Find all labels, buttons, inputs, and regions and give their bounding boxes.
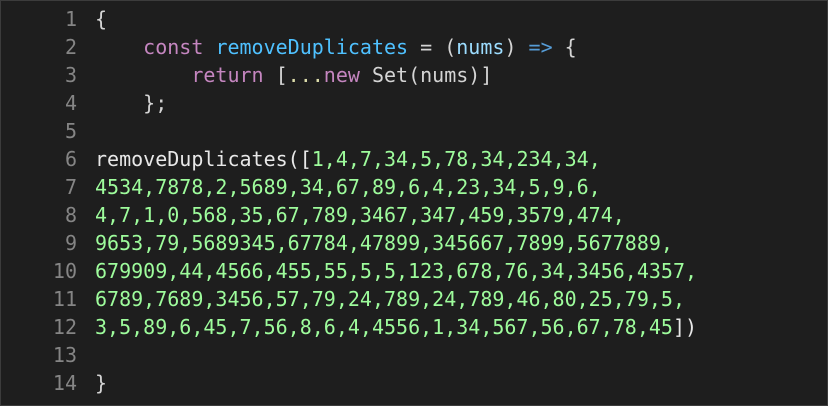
code-text[interactable]: return [...new Set(nums)] (95, 61, 492, 89)
code-line[interactable]: 2 const removeDuplicates = (nums) => { (1, 33, 827, 61)
line-number: 5 (64, 119, 77, 143)
code-token: ( (444, 35, 457, 59)
code-token: 3,5,89,6,45,7,56,8,6,4,4556,1,34,567,56,… (95, 315, 673, 339)
code-token: const (143, 35, 204, 59)
line-number: 4 (64, 91, 77, 115)
line-number: 13 (52, 343, 77, 367)
code-line[interactable]: 11 6789,7689,3456,57,79,24,789,24,789,46,… (1, 285, 827, 313)
code-token: 4,7,1,0,568,35,67,789,3467,347,459,3579,… (95, 203, 625, 227)
code-token: nums (456, 35, 505, 59)
code-line[interactable]: 5 (1, 117, 827, 145)
code-token: removeDuplicates([ (95, 147, 312, 171)
code-token: }; (95, 91, 168, 115)
code-token: 679909,44,4566,455,55,5,5,123,678,76,34,… (95, 259, 698, 283)
code-line[interactable]: 10 679909,44,4566,455,55,5,5,123,678,76,3… (1, 257, 827, 285)
code-token: 9653,79,5689345,67784,47899,345667,7899,… (95, 231, 673, 255)
code-text[interactable]: } (95, 369, 107, 397)
code-text[interactable]: 4534,7878,2,5689,34,67,89,6,4,23,34,5,9,… (95, 173, 601, 201)
line-number: 10 (52, 259, 77, 283)
code-text[interactable]: 6789,7689,3456,57,79,24,789,24,789,46,80… (95, 285, 685, 313)
code-line[interactable]: 1{ (1, 5, 827, 33)
line-number: 6 (64, 147, 77, 171)
code-line[interactable]: 9 9653,79,5689345,67784,47899,345667,7899… (1, 229, 827, 257)
code-text[interactable]: 679909,44,4566,455,55,5,5,123,678,76,34,… (95, 257, 697, 285)
code-line[interactable]: 8 4,7,1,0,568,35,67,789,3467,347,459,3579… (1, 201, 827, 229)
code-token: { (564, 35, 577, 59)
line-number: 1 (64, 7, 77, 31)
code-token: => (516, 35, 565, 59)
code-text[interactable]: { (95, 5, 107, 33)
code-text[interactable]: 3,5,89,6,45,7,56,8,6,4,4556,1,34,567,56,… (95, 313, 697, 341)
code-text[interactable]: const removeDuplicates = (nums) => { (95, 33, 577, 61)
code-token: Set(nums)] (359, 63, 493, 87)
code-line[interactable]: 4 }; (1, 89, 827, 117)
code-line[interactable]: 14} (1, 369, 827, 397)
code-token: [ (263, 63, 288, 87)
code-token: ]) (672, 315, 698, 339)
code-token: 1,4,7,34,5,78,34,234,34, (311, 147, 601, 171)
code-editor[interactable]: 1{2 const removeDuplicates = (nums) => {… (0, 0, 828, 406)
line-number: 3 (64, 63, 77, 87)
line-number: 9 (64, 231, 77, 255)
code-text[interactable]: removeDuplicates([1,4,7,34,5,78,34,234,3… (95, 145, 601, 173)
line-number: 11 (52, 287, 77, 311)
line-number: 12 (52, 315, 77, 339)
code-token: removeDuplicates (215, 35, 409, 59)
code-line[interactable]: 12 3,5,89,6,45,7,56,8,6,4,4556,1,34,567,5… (1, 313, 827, 341)
line-number: 2 (64, 35, 77, 59)
code-token: ... (287, 63, 324, 87)
code-text[interactable]: 4,7,1,0,568,35,67,789,3467,347,459,3579,… (95, 201, 625, 229)
code-line[interactable]: 7 4534,7878,2,5689,34,67,89,6,4,23,34,5,9… (1, 173, 827, 201)
line-number: 7 (64, 175, 77, 199)
code-text[interactable]: 9653,79,5689345,67784,47899,345667,7899,… (95, 229, 673, 257)
code-token: { (95, 7, 108, 31)
code-token: = (408, 35, 445, 59)
code-token: ) (504, 35, 517, 59)
code-line[interactable]: 3 return [...new Set(nums)] (1, 61, 827, 89)
code-token: return (191, 63, 264, 87)
code-token: new (323, 63, 360, 87)
code-token: 6789,7689,3456,57,79,24,789,24,789,46,80… (95, 287, 686, 311)
code-text[interactable]: }; (95, 89, 167, 117)
line-number: 8 (64, 203, 77, 227)
line-number: 14 (52, 371, 77, 395)
code-token: } (95, 371, 108, 395)
code-line[interactable]: 13 (1, 341, 827, 369)
code-line[interactable]: 6 removeDuplicates([1,4,7,34,5,78,34,234,… (1, 145, 827, 173)
code-token: 4534,7878,2,5689,34,67,89,6,4,23,34,5,9,… (95, 175, 601, 199)
